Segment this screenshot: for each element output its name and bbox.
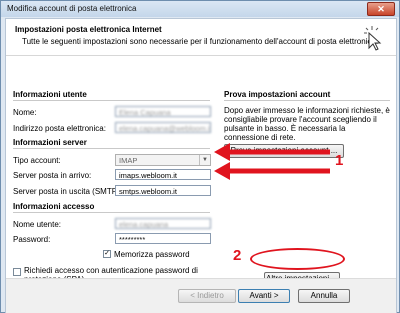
arrow-icon: [214, 143, 330, 161]
arrow-icon: [214, 162, 330, 180]
annotation-ellipse: [250, 248, 345, 270]
annotation-marker-2: 2: [233, 247, 242, 264]
annotation-marker-1: 1: [335, 152, 344, 169]
